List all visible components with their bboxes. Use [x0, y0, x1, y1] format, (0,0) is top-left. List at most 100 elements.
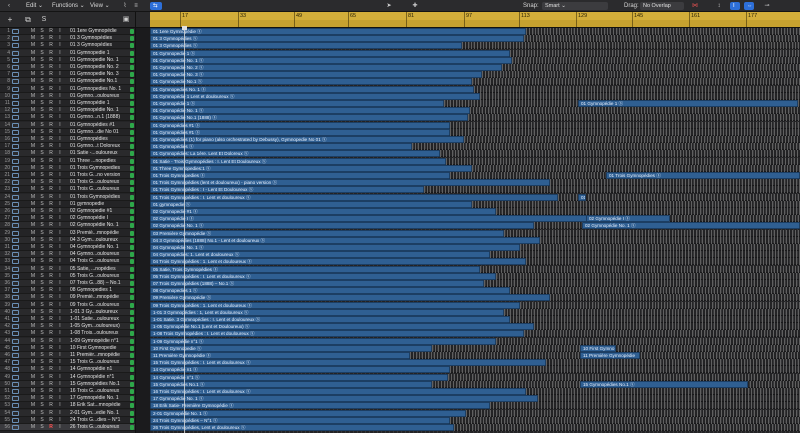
- mute-button[interactable]: M: [30, 280, 36, 287]
- track-header[interactable]: 44 M S R I 1-09 Gymnopédie n°1: [0, 337, 135, 345]
- audio-region[interactable]: 01 Gymnopédie No. 1 ⓢ: [150, 107, 470, 115]
- record-enable-button[interactable]: R: [48, 338, 54, 345]
- record-enable-button[interactable]: R: [48, 136, 54, 143]
- solo-button[interactable]: S: [39, 64, 45, 71]
- solo-button[interactable]: S: [39, 42, 45, 49]
- mute-button[interactable]: M: [30, 143, 36, 150]
- track-header[interactable]: 39 M S R I 09 Trois G...ouloureux: [0, 302, 135, 309]
- mute-button[interactable]: M: [30, 402, 36, 409]
- record-enable-button[interactable]: R: [48, 194, 54, 201]
- arrange-lane[interactable]: 09 Première Gymnopédie ⓢ: [150, 294, 800, 302]
- audio-region[interactable]: 01 Gymnopedies No. 1 ⓢ: [150, 85, 474, 93]
- arrange-lane[interactable]: 02 Gymnopedie #1 ⓢ: [150, 208, 800, 215]
- input-monitor-button[interactable]: I: [57, 388, 63, 395]
- arrange-lane[interactable]: 01 Three Gymnopedies:1 ⓢ: [150, 164, 800, 172]
- track-header[interactable]: 32 M S R I 04 Gymno...ouloureux: [0, 251, 135, 259]
- audio-region[interactable]: 01 Trois Gymnopédies ⓢ: [606, 172, 800, 179]
- audio-region[interactable]: 10 First Gymno: [580, 344, 616, 352]
- audio-region[interactable]: 1-01 3 Gymnopédies : 1, Lent et douloure…: [150, 308, 504, 316]
- track-header[interactable]: 26 M S R I 02 Gymnopedie #1: [0, 208, 135, 215]
- record-enable-button[interactable]: R: [48, 395, 54, 402]
- track-name[interactable]: 02 Gymnopédie I: [70, 215, 128, 222]
- mute-button[interactable]: M: [30, 251, 36, 258]
- track-header[interactable]: 16 M S R I 01 Gymnopédies: [0, 136, 135, 143]
- track-header[interactable]: 6 M S R I 01 Gymnopedie No. 2: [0, 64, 135, 71]
- track-header[interactable]: 25 M S R I 01 gymnopedie: [0, 201, 135, 208]
- track-name[interactable]: 05 Satie, ...nopédies: [70, 266, 128, 273]
- track-header[interactable]: 35 M S R I 05 Trois G...ouloureux: [0, 273, 135, 280]
- audio-region[interactable]: 03 Première Gymnopédie ⓢ: [150, 229, 504, 237]
- audio-region[interactable]: 01 Trois Gymnopédies : I - Lent Et Doulo…: [150, 186, 424, 194]
- track-name[interactable]: 01 Three ...nopedies: [70, 158, 128, 165]
- record-enable-button[interactable]: R: [48, 374, 54, 381]
- arrange-lane[interactable]: 1-01 3 Gymnopédies : 1, Lent et douloure…: [150, 308, 800, 316]
- track-name[interactable]: 02 Gymnopédie No. 1: [70, 222, 128, 229]
- track-header[interactable]: 3 M S R I 01 3 Gymnopédies: [0, 42, 135, 50]
- track-header[interactable]: 45 M S R I 10 First Gymnopedie: [0, 345, 135, 352]
- solo-button[interactable]: S: [39, 172, 45, 179]
- track-header[interactable]: 7 M S R I 01 Gymnopedie No. 3: [0, 71, 135, 79]
- record-enable-button[interactable]: R: [48, 57, 54, 64]
- track-header[interactable]: 1 M S R I 01 1ere Gymnopédie: [0, 28, 135, 35]
- track-name[interactable]: 01 Trois Gymnopedies: [70, 165, 128, 172]
- arrange-lane[interactable]: 01 Gymnopédies (1) for piano (also orche…: [150, 136, 800, 143]
- track-name[interactable]: 05 Trois G...ouloureux: [70, 273, 128, 280]
- track-name[interactable]: 04 3 Gym...ouloureux: [70, 237, 128, 244]
- solo-button[interactable]: S: [39, 316, 45, 323]
- track-name[interactable]: 01 1ere Gymnopédie: [70, 28, 128, 35]
- mute-button[interactable]: M: [30, 381, 36, 388]
- input-monitor-button[interactable]: I: [57, 280, 63, 287]
- solo-button[interactable]: S: [39, 366, 45, 373]
- arrange-lane[interactable]: 01 3 Gymnopédies ⓢ: [150, 42, 800, 50]
- mute-button[interactable]: M: [30, 165, 36, 172]
- track-name[interactable]: 24 Trois G...dies – N°1: [70, 417, 128, 424]
- solo-button[interactable]: S: [39, 352, 45, 359]
- record-enable-button[interactable]: R: [48, 186, 54, 193]
- record-enable-button[interactable]: R: [48, 402, 54, 409]
- mute-button[interactable]: M: [30, 302, 36, 309]
- mute-button[interactable]: M: [30, 366, 36, 373]
- record-enable-button[interactable]: R: [48, 215, 54, 222]
- mute-button[interactable]: M: [30, 424, 36, 431]
- mute-button[interactable]: M: [30, 158, 36, 165]
- solo-button[interactable]: S: [39, 309, 45, 316]
- snap-select[interactable]: Smart ⌄: [542, 2, 608, 10]
- input-monitor-button[interactable]: I: [57, 251, 63, 258]
- audio-region[interactable]: 01 Gymnopedie No. 1 ⓢ: [150, 56, 512, 64]
- solo-button[interactable]: S: [39, 35, 45, 42]
- input-monitor-button[interactable]: I: [57, 129, 63, 136]
- track-header[interactable]: 4 M S R I 01 Gymnopedie 1: [0, 49, 135, 57]
- input-monitor-button[interactable]: I: [57, 114, 63, 121]
- track-name[interactable]: 09 Premiè...mnopédie: [70, 294, 128, 301]
- solo-button[interactable]: S: [39, 280, 45, 287]
- solo-button[interactable]: S: [39, 28, 45, 35]
- audio-region[interactable]: 15 Gymnopédies No.1 ⓢ: [580, 380, 748, 388]
- arrange-lane[interactable]: 15 Trois Gymnopédies : I. Lent et doulou…: [150, 359, 800, 367]
- track-header[interactable]: 49 M S R I 14 Gymnopédie n°1: [0, 374, 135, 381]
- mute-button[interactable]: M: [30, 323, 36, 330]
- mute-button[interactable]: M: [30, 417, 36, 424]
- track-header[interactable]: 42 M S R I 1-05 Gym...ouloureux): [0, 323, 135, 331]
- input-monitor-button[interactable]: I: [57, 410, 63, 417]
- track-name[interactable]: 02 Gymnopedie #1: [70, 208, 128, 215]
- record-enable-button[interactable]: R: [48, 251, 54, 258]
- input-monitor-button[interactable]: I: [57, 381, 63, 388]
- track-name[interactable]: 18 Erik Sat...mnopédie: [70, 402, 128, 409]
- audio-region[interactable]: 04 3 Gymnopédies (1888) No.1 - Lent et d…: [150, 236, 540, 244]
- mute-button[interactable]: M: [30, 330, 36, 337]
- track-header[interactable]: 18 M S R I 01 Satie -...ouloureux: [0, 150, 135, 158]
- input-monitor-button[interactable]: I: [57, 424, 63, 431]
- solo-button[interactable]: S: [39, 136, 45, 143]
- record-enable-button[interactable]: R: [48, 122, 54, 129]
- record-enable-button[interactable]: R: [48, 172, 54, 179]
- mute-button[interactable]: M: [30, 244, 36, 251]
- track-name[interactable]: 01 Gymnopédie No. 1: [70, 107, 128, 114]
- solo-button[interactable]: S: [39, 388, 45, 395]
- track-header[interactable]: 51 M S R I 16 Trois G...ouloureux: [0, 388, 135, 395]
- solo-button[interactable]: S: [39, 50, 45, 57]
- mute-button[interactable]: M: [30, 64, 36, 71]
- record-enable-button[interactable]: R: [48, 28, 54, 35]
- arrange-lane[interactable]: 01 Trois Gymnopédies : I - Lent Et Doulo…: [150, 186, 800, 194]
- audio-region[interactable]: 15 Gymnopédies No.1 ⓢ: [150, 380, 432, 388]
- arrange-lane[interactable]: 1-05 Gymnopédie No.1 (Lent et Douloureux…: [150, 323, 800, 331]
